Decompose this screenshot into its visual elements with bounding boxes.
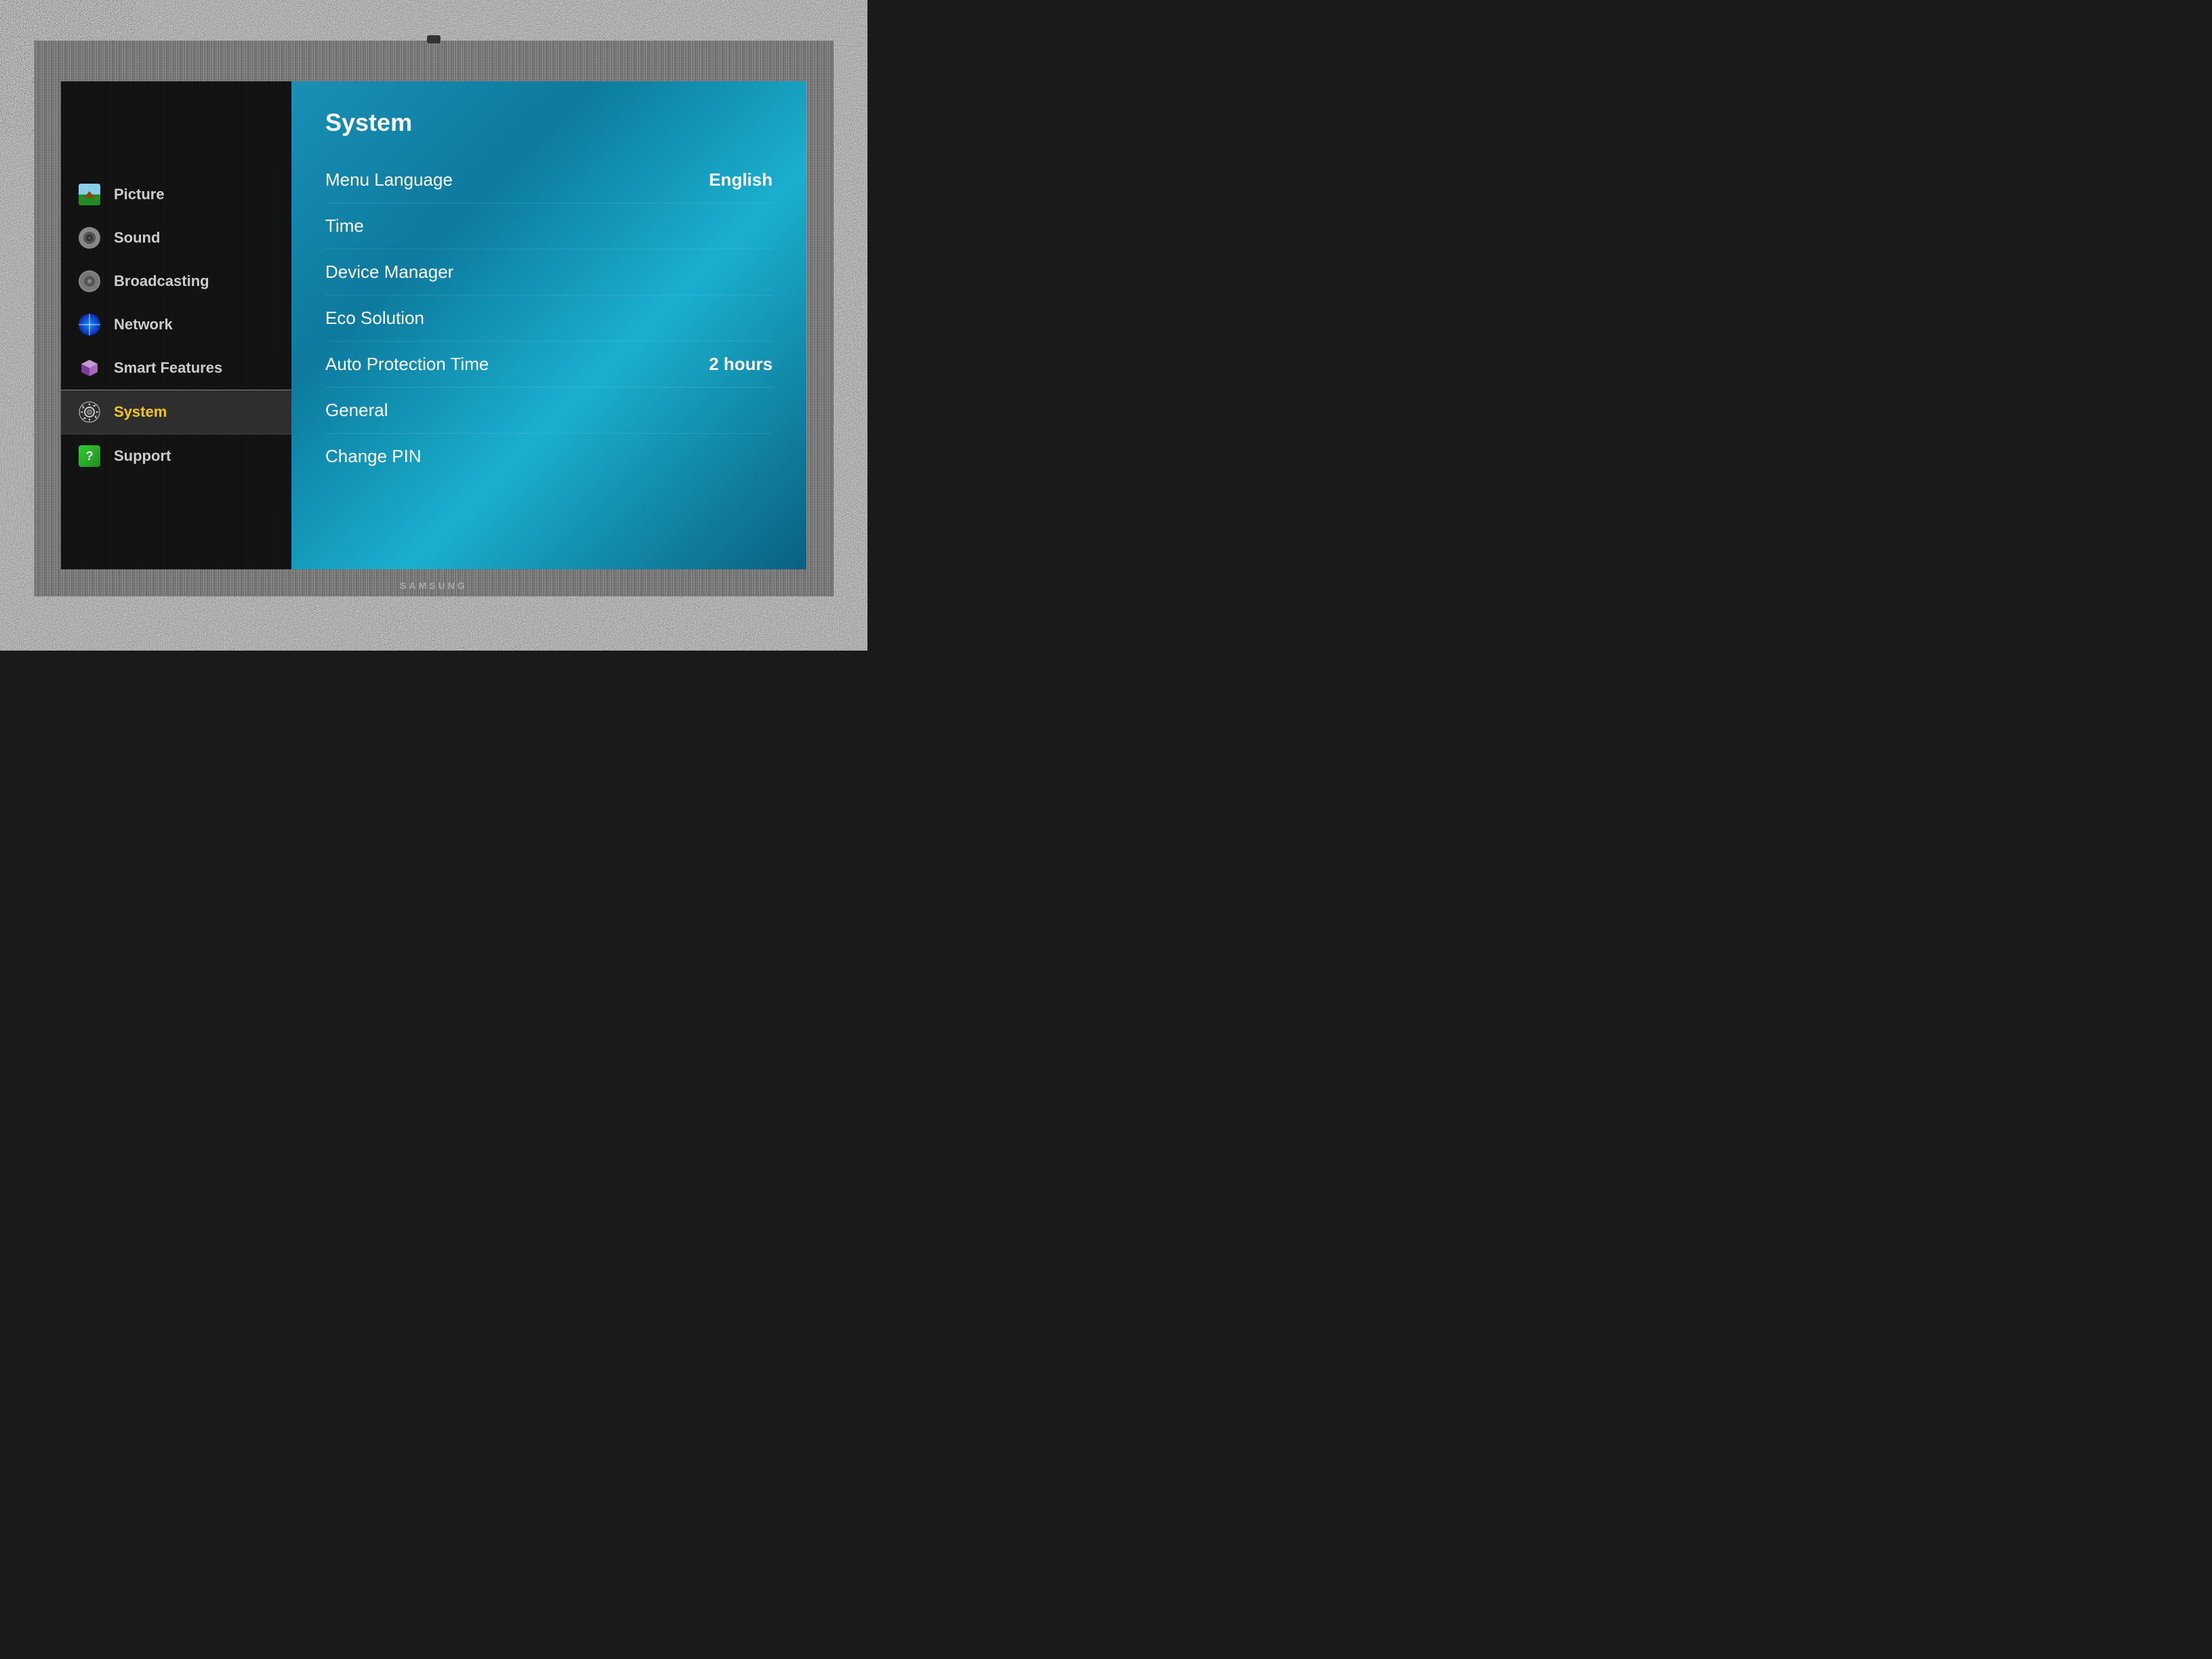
auto-protection-time-label: Auto Protection Time bbox=[325, 354, 489, 375]
sidebar-menu: Picture Sound Broadcas bbox=[61, 81, 319, 569]
menu-item-eco-solution[interactable]: Eco Solution bbox=[325, 295, 773, 342]
device-manager-label: Device Manager bbox=[325, 262, 453, 283]
menu-item-time[interactable]: Time bbox=[325, 203, 773, 249]
menu-item-auto-protection-time[interactable]: Auto Protection Time 2 hours bbox=[325, 342, 773, 388]
sidebar-item-smart-features-label: Smart Features bbox=[114, 359, 222, 377]
camera-bump bbox=[427, 35, 441, 43]
menu-item-device-manager[interactable]: Device Manager bbox=[325, 249, 773, 295]
auto-protection-time-value: 2 hours bbox=[709, 354, 773, 375]
time-label: Time bbox=[325, 216, 364, 237]
menu-item-change-pin[interactable]: Change PIN bbox=[325, 434, 773, 479]
smart-features-icon bbox=[77, 356, 102, 380]
change-pin-label: Change PIN bbox=[325, 446, 422, 467]
system-panel: System Menu Language English Time Device… bbox=[291, 81, 806, 569]
support-icon: ? bbox=[77, 444, 102, 468]
picture-icon bbox=[77, 182, 102, 207]
sidebar-item-support[interactable]: ? Support bbox=[61, 434, 319, 478]
sidebar-item-picture-label: Picture bbox=[114, 186, 165, 203]
samsung-logo: SAMSUNG bbox=[400, 580, 468, 591]
sidebar-item-smart-features[interactable]: Smart Features bbox=[61, 346, 319, 390]
sidebar-item-sound[interactable]: Sound bbox=[61, 216, 319, 260]
sidebar-item-network[interactable]: Network bbox=[61, 303, 319, 346]
sound-icon bbox=[77, 226, 102, 250]
sidebar-item-system[interactable]: System bbox=[61, 390, 319, 434]
system-panel-title: System bbox=[325, 108, 773, 137]
broadcasting-icon bbox=[77, 269, 102, 293]
system-icon bbox=[77, 400, 102, 424]
eco-solution-label: Eco Solution bbox=[325, 308, 424, 329]
menu-language-label: Menu Language bbox=[325, 169, 453, 190]
sidebar-item-system-label: System bbox=[114, 403, 167, 421]
sidebar-item-picture[interactable]: Picture bbox=[61, 173, 319, 216]
sidebar-item-network-label: Network bbox=[114, 316, 173, 333]
sidebar-item-broadcasting[interactable]: Broadcasting bbox=[61, 260, 319, 303]
menu-language-value: English bbox=[709, 169, 773, 190]
sidebar-item-support-label: Support bbox=[114, 447, 171, 465]
sidebar-item-broadcasting-label: Broadcasting bbox=[114, 272, 209, 290]
sidebar-item-sound-label: Sound bbox=[114, 229, 160, 247]
menu-item-general[interactable]: General bbox=[325, 388, 773, 434]
network-icon bbox=[77, 312, 102, 337]
menu-item-menu-language[interactable]: Menu Language English bbox=[325, 157, 773, 203]
general-label: General bbox=[325, 400, 388, 421]
